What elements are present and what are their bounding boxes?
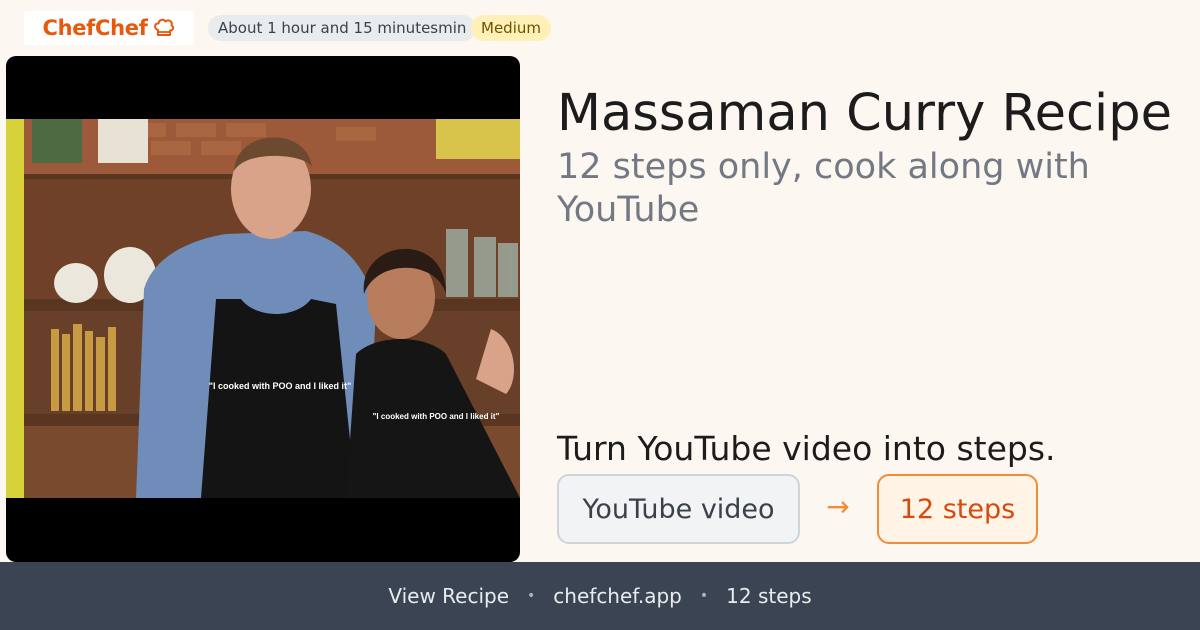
apron-text-right: "I cooked with POO and I liked it": [373, 412, 500, 421]
logo-text: ChefChef: [42, 16, 148, 40]
cook-time-badge: About 1 hour and 15 minutesmin: [208, 15, 477, 41]
video-thumbnail[interactable]: "I cooked with POO and I liked it" "I co…: [6, 56, 520, 562]
recipe-subtitle: 12 steps only, cook along with YouTube: [557, 147, 1090, 230]
footer-steps-count: 12 steps: [726, 584, 812, 608]
difficulty-badge: Medium: [471, 15, 551, 41]
footer-domain: chefchef.app: [553, 584, 682, 608]
footer-bar: View Recipe • chefchef.app • 12 steps: [0, 562, 1200, 630]
chef-hat-icon: [153, 18, 174, 36]
chefchef-logo[interactable]: ChefChef: [24, 11, 194, 45]
feature-tagline: Turn YouTube video into steps.: [557, 429, 1056, 468]
recipe-title: Massaman Curry Recipe: [557, 84, 1172, 143]
arrow-right-icon: →: [826, 490, 850, 523]
steps-button[interactable]: 12 steps: [877, 474, 1038, 544]
apron-text-left: "I cooked with POO and I liked it": [209, 381, 352, 391]
video-frame-illustration: "I cooked with POO and I liked it" "I co…: [6, 119, 520, 498]
view-recipe-link[interactable]: View Recipe: [388, 584, 509, 608]
footer-separator: •: [527, 588, 536, 604]
youtube-video-button[interactable]: YouTube video: [557, 474, 800, 544]
footer-separator: •: [699, 588, 709, 604]
